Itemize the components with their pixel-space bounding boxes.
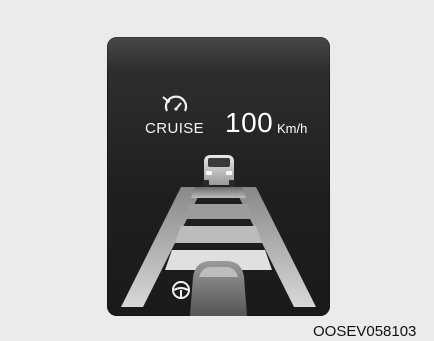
distance-bar-1: [191, 187, 246, 198]
own-vehicle: [190, 261, 247, 316]
road-graphic: [121, 155, 316, 316]
figure-caption: OOSEV058103: [313, 323, 417, 340]
distance-bar-2: [184, 204, 253, 219]
lead-vehicle: [203, 155, 235, 187]
instrument-cluster-display: CRUISE 100 Km/h: [107, 37, 330, 316]
steering-wheel-icon: [172, 281, 190, 299]
distance-bar-3: [175, 226, 262, 243]
